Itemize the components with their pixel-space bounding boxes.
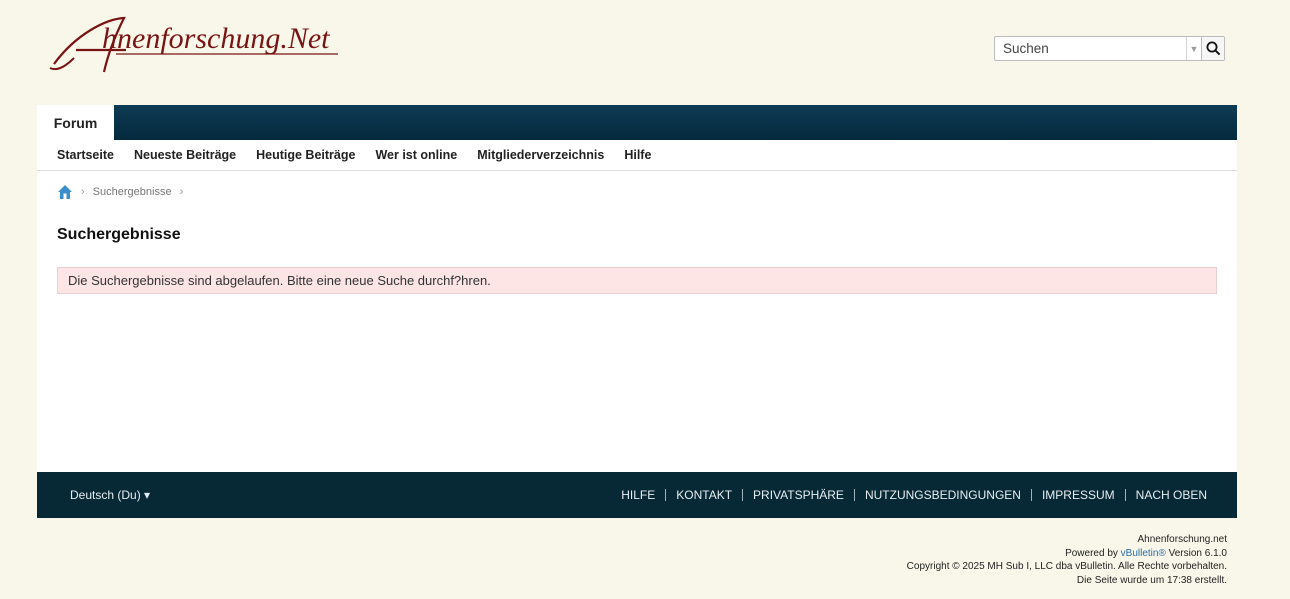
- chevron-right-icon: ›: [179, 186, 184, 198]
- footer-link-kontakt[interactable]: KONTAKT: [665, 489, 742, 501]
- powered-suffix: Version 6.1.0: [1165, 547, 1227, 559]
- main-navbar: Forum: [37, 105, 1237, 140]
- nav-hilfe[interactable]: Hilfe: [624, 148, 651, 162]
- search-box: ▼: [994, 36, 1225, 61]
- powered-by: Powered by vBulletin® Version 6.1.0: [907, 547, 1227, 561]
- nav-neueste-beitraege[interactable]: Neueste Beiträge: [134, 148, 236, 162]
- breadcrumb: › Suchergebnisse ›: [37, 171, 1237, 200]
- chevron-down-icon: ▼: [1189, 43, 1199, 54]
- page-title: Suchergebnisse: [57, 226, 181, 243]
- nav-mitgliederverzeichnis[interactable]: Mitgliederverzeichnis: [477, 148, 604, 162]
- footer-link-privatsphaere[interactable]: PRIVATSPHÄRE: [742, 489, 854, 501]
- copyright-line: Copyright © 2025 MH Sub I, LLC dba vBull…: [906, 561, 1227, 572]
- search-options-dropdown[interactable]: ▼: [1186, 37, 1201, 60]
- nav-heutige-beitraege[interactable]: Heutige Beiträge: [256, 148, 355, 162]
- copyright-site: Ahnenforschung.net: [1137, 534, 1227, 545]
- search-icon: [1206, 41, 1220, 56]
- footer-link-hilfe[interactable]: HILFE: [611, 489, 665, 501]
- copyright-block: Ahnenforschung.net Powered by vBulletin®…: [907, 533, 1227, 587]
- language-selector[interactable]: Deutsch (Du) ▾: [70, 488, 150, 502]
- sub-navbar: Startseite Neueste Beiträge Heutige Beit…: [37, 140, 1237, 171]
- main-frame: Forum Startseite Neueste Beiträge Heutig…: [37, 105, 1237, 518]
- powered-prefix: Powered by: [1065, 547, 1121, 559]
- home-icon[interactable]: [57, 184, 73, 200]
- footer-link-nach-oben[interactable]: NACH OBEN: [1124, 489, 1217, 501]
- footer-link-impressum[interactable]: IMPRESSUM: [1030, 489, 1125, 501]
- svg-text:hnenforschung.Net: hnenforschung.Net: [102, 22, 330, 55]
- footer-bar: Deutsch (Du) ▾ HILFE KONTAKT PRIVATSPHÄR…: [37, 472, 1237, 518]
- nav-startseite[interactable]: Startseite: [57, 148, 114, 162]
- error-alert: Die Suchergebnisse sind abgelaufen. Bitt…: [57, 267, 1217, 294]
- alert-message: Die Suchergebnisse sind abgelaufen. Bitt…: [68, 273, 491, 288]
- vbulletin-link[interactable]: vBulletin®: [1121, 548, 1166, 559]
- footer-links: HILFE KONTAKT PRIVATSPHÄRE NUTZUNGSBEDIN…: [611, 489, 1217, 501]
- search-input[interactable]: [995, 37, 1186, 60]
- footer-link-nutzungsbedingungen[interactable]: NUTZUNGSBEDINGUNGEN: [853, 489, 1031, 501]
- page-generated-time: Die Seite wurde um 17:38 erstellt.: [1076, 574, 1227, 586]
- tab-forum[interactable]: Forum: [37, 105, 114, 140]
- search-button[interactable]: [1201, 37, 1224, 60]
- site-logo[interactable]: hnenforschung.Net: [46, 14, 346, 76]
- chevron-right-icon: ›: [81, 186, 85, 198]
- nav-wer-ist-online[interactable]: Wer ist online: [375, 148, 457, 162]
- breadcrumb-current[interactable]: Suchergebnisse: [93, 186, 172, 198]
